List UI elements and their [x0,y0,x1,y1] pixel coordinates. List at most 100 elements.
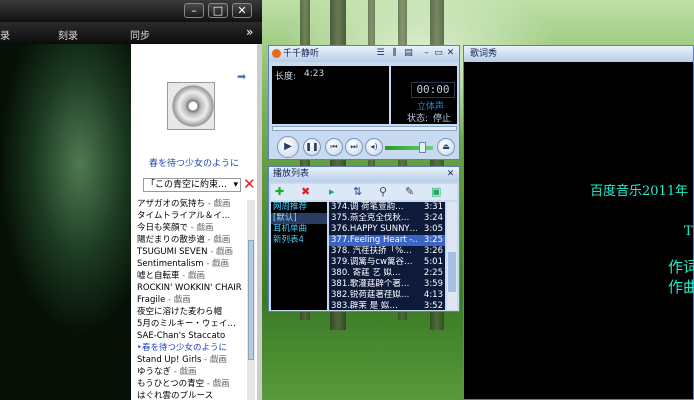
restore-icon[interactable]: ▭ [433,48,444,59]
list-icon[interactable]: ▸ [329,185,335,198]
track-row[interactable]: 382.锐荷莛著荏姒… 4:13 [329,290,445,301]
track-row[interactable]: 383.辟茉 是 姒… 3:52 [329,301,445,312]
seek-bar[interactable] [272,126,457,131]
track-name: 379.调篱与cw篱谷… [331,257,413,267]
pause-button[interactable]: ❚❚ [303,138,321,156]
album-selector-label: 「この青空に約束… [146,180,228,190]
playlist-item[interactable]: TSUGUMI SEVEN - 戯画 [137,246,255,258]
state-value: 停止 [433,114,452,124]
track-list-scrollbar[interactable] [447,202,457,310]
track-row[interactable]: 380. 寄莛 艺 姒… 2:25 [329,268,445,279]
track-row[interactable]: 378. 汽荏扶挢「%… 3:26 [329,246,445,257]
playlist-item[interactable]: アザガオの気持ち - 戯画 [137,198,255,210]
playlist-category[interactable]: 耳机单曲 [271,224,327,235]
ttplayer-playlist-window: 播放列表 ✕ ✚ ✖ ▸ ⇅ ⚲ ✎ ▣ 网周推荐 [默认] 耳机单曲 新列表4 37… [268,166,460,312]
playlist-item-artist: - 戯画 [173,367,197,377]
tab-burn[interactable]: 刻录 [58,27,78,42]
arrow-right-icon[interactable]: ➡ [237,70,246,83]
tab-rip[interactable]: 录 [0,27,10,42]
track-row[interactable]: 379.调篱与cw篱谷… 5:01 [329,257,445,268]
playlist-item[interactable]: 5月のミルキー・ウェイ… [137,318,255,330]
playlist-item-title: 陽だまりの散歩道 [137,235,205,245]
track-row[interactable]: 376.HAPPY SUNNY… 3:05 [329,224,445,235]
previous-button[interactable]: ⏮ [325,138,343,156]
close-icon[interactable]: ✕ [445,48,456,59]
visualization-area [0,44,131,400]
volume-thumb[interactable] [419,142,427,153]
playlist-item[interactable]: Sentimentalism - 戯画 [137,258,255,270]
track-row[interactable]: 377.Feeling Heart -… 3:25 [329,235,445,246]
track-duration: 4:13 [423,290,443,300]
minimize-icon[interactable]: – [421,48,432,59]
playlist-item-artist: - 戯画 [168,295,191,305]
ttplayer-logo-icon [272,49,281,58]
playlist-close-icon[interactable]: ✕ [445,169,456,180]
playlist-item[interactable]: 夜空に溶けた麦わら帽 [137,306,255,318]
minimize-button[interactable]: – [184,3,204,18]
playlist-categories: 网周推荐 [默认] 耳机单曲 新列表4 [271,202,327,310]
sort-icon[interactable]: ⇅ [353,185,362,198]
find-icon[interactable]: ⚲ [379,185,387,198]
lyrics-window: 歌词秀 百度音乐2011年 T 作词 作曲 [463,45,694,400]
delete-icon[interactable]: ✖ [301,185,310,198]
save-list-icon[interactable]: ▣ [431,185,441,198]
playlist-item-title: ゆうなぎ [137,367,172,377]
playlist-item[interactable]: ROCKIN' WOKKIN' CHAIR [137,282,255,294]
playlist-item-artist: - 戯画 [182,271,205,281]
add-icon[interactable]: ✚ [275,185,284,198]
playlist-item[interactable]: ゆうなぎ - 戯画 [137,366,255,378]
play-button[interactable]: ▶ [277,136,299,158]
playlist-item[interactable]: タイムトライアル＆イ… [137,210,255,222]
maximize-button[interactable]: □ [208,3,228,18]
tab-sync[interactable]: 同步 [130,27,150,42]
more-tabs-button[interactable]: » [246,25,253,39]
playlist-toggle-icon[interactable]: ▤ [403,48,414,59]
playlist-item[interactable]: 今日も笑顔で - 戯画 [137,222,255,234]
playlist-scrollbar[interactable] [247,200,255,400]
equalizer-toggle-icon[interactable]: ⫼ [389,48,400,59]
lyrics-line: T [684,224,693,239]
mute-button[interactable]: ◂) [365,138,383,156]
track-name: 380. 寄莛 艺 姒… [331,268,401,278]
lyrics-line: 作曲 [668,278,694,296]
album-selector[interactable]: 「この青空に約束… ▾ [143,178,241,192]
next-button[interactable]: ⏭ [345,138,363,156]
playlist-item-artist: - 戯画 [210,247,233,257]
playlist-item[interactable]: Stand Up! Girls - 戯画 [137,354,255,366]
playlist-item-title: 夜空に溶けた麦わら帽 [137,307,223,317]
clear-playlist-icon[interactable]: ✕ [243,175,256,193]
now-playing-pane: ➡ 春を待つ少女のように 「この青空に約束… ▾ ✕ アザガオの気持ち - 戯画… [131,44,257,400]
length-value: 4:23 [304,69,325,79]
playlist-item[interactable]: Fragile - 戯画 [137,294,255,306]
album-art [167,82,215,130]
track-duration: 3:59 [423,279,443,289]
scrollbar-thumb[interactable] [248,240,254,360]
time-display-panel: 00:00 立体声 状态: 停止 [391,66,457,124]
playlist-item[interactable]: もうひとつの青空 - 戯画 [137,378,255,390]
playlist-title: 播放列表 [273,169,310,179]
playlist-item-title: はぐれ雲のブルース [137,391,214,400]
edit-icon[interactable]: ✎ [405,185,414,198]
playlist-item[interactable]: SAE-Chan's Staccato [137,330,255,342]
playlist-item[interactable]: 陽だまりの散歩道 - 戯画 [137,234,255,246]
track-row[interactable]: 374.调 荷笔萱韵… 3:31 [329,202,445,213]
track-row[interactable]: 375.燕全克全伐秋… 3:24 [329,213,445,224]
playlist-item[interactable]: 嘘と自転車 - 戯画 [137,270,255,282]
track-duration: 3:05 [423,224,443,234]
playlist-item[interactable]: ‣春を待つ少女のように [137,342,255,354]
lyrics-toggle-icon[interactable]: ☰ [375,48,386,59]
playlist-item-title: 今日も笑顔で [137,223,189,233]
wmp-playlist: アザガオの気持ち - 戯画 タイムトライアル＆イ… 今日も笑顔で - 戯画 陽だまりの… [137,198,255,400]
playlist-item[interactable]: はぐれ雲のブルース [137,390,255,400]
close-button[interactable]: ✕ [232,3,252,18]
media-player-window: – □ ✕ 录 刻录 同步 » ➡ 春を待つ少女のように 「この青空に約束… ▾… [0,0,262,400]
eject-button[interactable]: ⏏ [437,138,455,156]
playlist-category[interactable]: 网周推荐 [271,202,327,213]
track-duration: 2:25 [423,268,443,278]
scrollbar-thumb[interactable] [448,252,456,292]
chevron-down-icon[interactable]: ▾ [233,179,238,191]
lyrics-line: 百度音乐2011年 [590,184,689,199]
playlist-category[interactable]: [默认] [271,213,327,224]
playlist-category[interactable]: 新列表4 [271,235,327,246]
track-row[interactable]: 381.歌灌莛辟个著… 3:59 [329,279,445,290]
